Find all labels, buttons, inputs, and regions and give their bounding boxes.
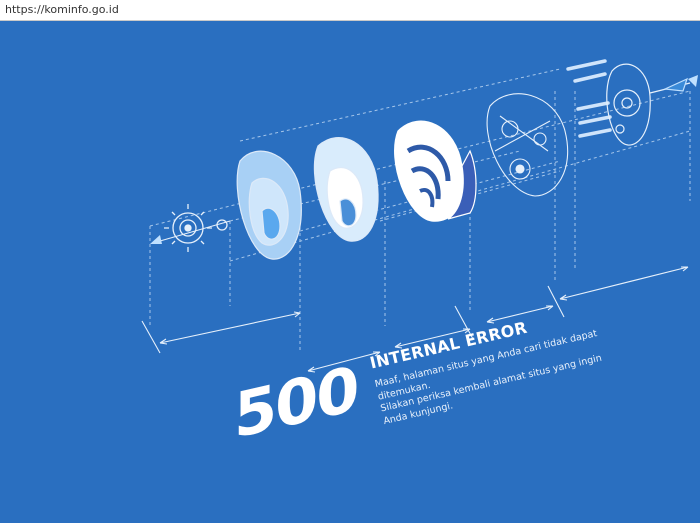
address-bar[interactable]: https://kominfo.go.id xyxy=(0,0,700,21)
error-page: 500 INTERNAL ERROR Maaf, halaman situs y… xyxy=(0,21,700,523)
error-message-block: INTERNAL ERROR Maaf, halaman situs yang … xyxy=(368,303,607,428)
url-text[interactable]: https://kominfo.go.id xyxy=(5,3,119,16)
error-text-block: 500 INTERNAL ERROR Maaf, halaman situs y… xyxy=(0,21,700,523)
error-code: 500 xyxy=(234,351,358,453)
